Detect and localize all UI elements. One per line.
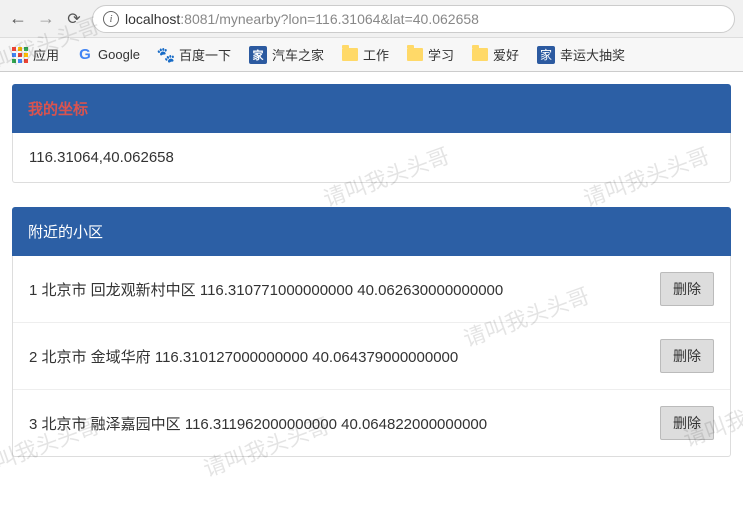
coord-value: 116.31064,40.062658 [29, 149, 174, 166]
delete-button[interactable]: 删除 [660, 339, 714, 373]
url-host: localhost [125, 11, 180, 27]
url-rest: :8081/mynearby?lon=116.31064&lat=40.0626… [180, 11, 479, 27]
bookmark-study[interactable]: 学习 [407, 45, 454, 64]
address-bar[interactable]: i localhost:8081/mynearby?lon=116.31064&… [92, 5, 735, 33]
bookmark-label: 幸运大抽奖 [560, 45, 625, 64]
list-item: 3 北京市 融泽嘉园中区 116.311962000000000 40.0648… [13, 390, 730, 456]
nearby-panel-header: 附近的小区 [12, 207, 731, 256]
apps-button[interactable]: 应用 [12, 45, 59, 64]
autohome-icon: 家 [249, 46, 267, 64]
coord-panel-header: 我的坐标 [12, 84, 731, 133]
bookmark-baidu[interactable]: 🐾 百度一下 [158, 45, 231, 64]
baidu-icon: 🐾 [158, 47, 174, 63]
list-item-text: 2 北京市 金域华府 116.310127000000000 40.064379… [29, 346, 652, 367]
lottery-icon: 家 [537, 46, 555, 64]
coord-title: 我的坐标 [28, 101, 88, 118]
bookmark-work[interactable]: 工作 [342, 45, 389, 64]
bookmark-label: 爱好 [493, 45, 519, 64]
site-info-icon[interactable]: i [103, 11, 119, 27]
google-icon: G [77, 47, 93, 63]
url-text: localhost:8081/mynearby?lon=116.31064&la… [125, 11, 479, 27]
bookmark-label: 工作 [363, 45, 389, 64]
back-icon[interactable]: ← [8, 8, 28, 29]
reload-icon[interactable]: ⟳ [64, 9, 84, 29]
nearby-list: 1 北京市 回龙观新村中区 116.310771000000000 40.062… [12, 256, 731, 457]
bookmark-label: 学习 [428, 45, 454, 64]
list-item-text: 3 北京市 融泽嘉园中区 116.311962000000000 40.0648… [29, 413, 652, 434]
list-item: 2 北京市 金域华府 116.310127000000000 40.064379… [13, 323, 730, 390]
delete-button[interactable]: 删除 [660, 406, 714, 440]
folder-icon [407, 48, 423, 61]
forward-icon: → [36, 8, 56, 29]
bookmark-autohome[interactable]: 家 汽车之家 [249, 45, 324, 64]
apps-icon [12, 47, 28, 63]
bookmark-lottery[interactable]: 家 幸运大抽奖 [537, 45, 625, 64]
apps-label: 应用 [33, 45, 59, 64]
browser-toolbar: ← → ⟳ i localhost:8081/mynearby?lon=116.… [0, 0, 743, 38]
delete-button[interactable]: 删除 [660, 272, 714, 306]
bookmark-google[interactable]: G Google [77, 47, 140, 63]
bookmarks-bar: 应用 G Google 🐾 百度一下 家 汽车之家 工作 学习 爱好 家 幸运大… [0, 38, 743, 72]
bookmark-label: 汽车之家 [272, 45, 324, 64]
bookmark-label: Google [98, 47, 140, 62]
folder-icon [472, 48, 488, 61]
page-content: 我的坐标 116.31064,40.062658 附近的小区 1 北京市 回龙观… [0, 72, 743, 469]
nearby-title: 附近的小区 [28, 224, 103, 241]
list-item: 1 北京市 回龙观新村中区 116.310771000000000 40.062… [13, 256, 730, 323]
coord-panel-body: 116.31064,40.062658 [12, 133, 731, 183]
bookmark-hobby[interactable]: 爱好 [472, 45, 519, 64]
folder-icon [342, 48, 358, 61]
list-item-text: 1 北京市 回龙观新村中区 116.310771000000000 40.062… [29, 279, 652, 300]
bookmark-label: 百度一下 [179, 45, 231, 64]
